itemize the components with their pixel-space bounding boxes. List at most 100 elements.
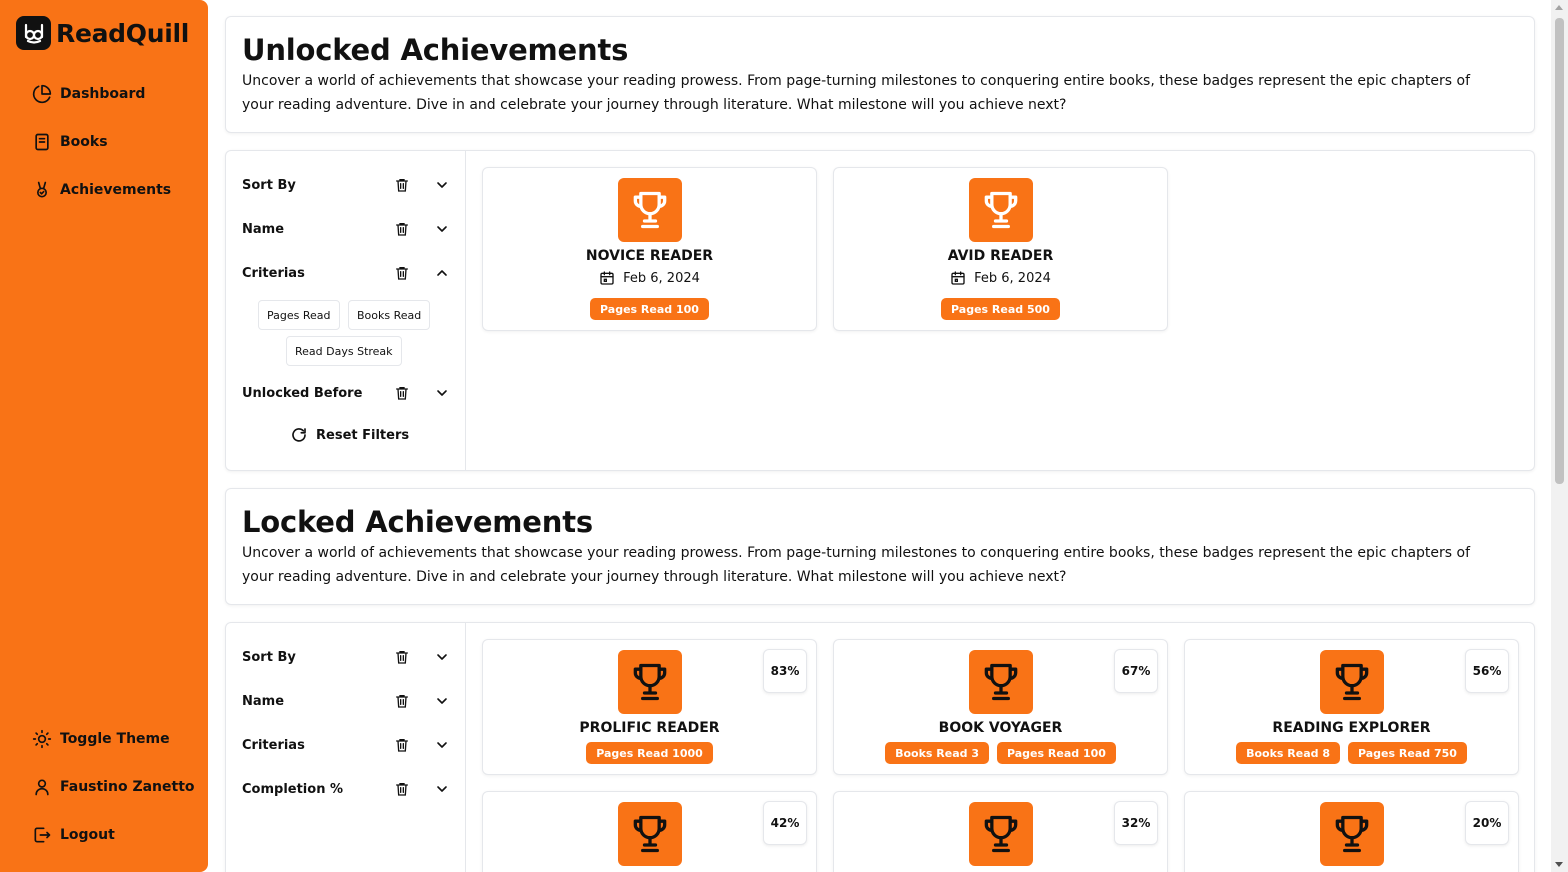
scroll-up-arrow-icon[interactable]	[1555, 5, 1563, 10]
achievement-badges: Pages Read 500	[834, 298, 1167, 320]
chevron-down-icon[interactable]	[434, 385, 450, 401]
chevron-up-icon[interactable]	[434, 265, 450, 281]
chip-books-read[interactable]: Books Read	[348, 300, 431, 330]
trophy-icon	[618, 650, 682, 714]
sidebar-item-dashboard[interactable]: Dashboard	[32, 82, 145, 106]
sidebar-item-label: Achievements	[60, 182, 172, 198]
achievement-card[interactable]: 42%	[482, 791, 817, 872]
achievement-name: NOVICE READER	[585, 248, 714, 264]
achievement-card[interactable]: AVID READER Feb 6, 2024 Pages Read 500	[833, 167, 1168, 331]
scroll-down-arrow-icon[interactable]	[1555, 862, 1563, 867]
achievement-card[interactable]: 83% PROLIFIC READER Pages Read 1000	[482, 639, 817, 775]
completion-percent: 32%	[1114, 801, 1158, 845]
trash-icon[interactable]	[394, 693, 410, 709]
achievement-badges: Books Read 3 Pages Read 100	[834, 742, 1167, 764]
chevron-down-icon[interactable]	[434, 177, 450, 193]
sidebar-item-label: Books	[60, 134, 108, 150]
trophy-icon	[969, 178, 1033, 242]
logout-icon	[34, 827, 51, 843]
chevron-down-icon[interactable]	[434, 781, 450, 797]
criteria-badge: Pages Read 500	[941, 298, 1060, 320]
trophy-icon	[969, 650, 1033, 714]
locked-header-card: Locked Achievements Uncover a world of a…	[225, 488, 1535, 605]
filter-label: Completion %	[242, 781, 344, 797]
achievement-card[interactable]: 56% READING EXPLORER Books Read 8 Pages …	[1184, 639, 1519, 775]
unlocked-description: Uncover a world of achievements that sho…	[242, 73, 1471, 113]
achievement-card[interactable]: 32%	[833, 791, 1168, 872]
filter-name[interactable]: Name	[242, 689, 450, 713]
trash-icon[interactable]	[394, 265, 410, 281]
achievement-date-text: Feb 6, 2024	[623, 270, 700, 286]
completion-percent: 83%	[763, 649, 807, 693]
filter-label: Sort By	[242, 177, 296, 193]
achievement-date: Feb 6, 2024	[834, 270, 1167, 286]
pie-chart-icon	[32, 84, 52, 104]
locked-filter-panel: Sort By Name Criterias Completion %	[226, 623, 466, 872]
filter-sort-by[interactable]: Sort By	[242, 173, 450, 197]
achievement-badges: Books Read 8 Pages Read 750	[1185, 742, 1518, 764]
criteria-badge: Pages Read 750	[1347, 742, 1467, 764]
logout-button[interactable]: Logout	[32, 823, 115, 847]
chip-read-days-streak[interactable]: Read Days Streak	[286, 336, 402, 366]
trash-icon[interactable]	[394, 177, 410, 193]
filter-label: Name	[242, 693, 285, 709]
filter-label: Criterias	[242, 265, 305, 281]
filter-label: Name	[242, 221, 285, 237]
user-icon	[35, 779, 49, 796]
trash-icon[interactable]	[394, 649, 410, 665]
chevron-down-icon[interactable]	[434, 693, 450, 709]
locked-content-card: Sort By Name Criterias Completion % 83% …	[225, 622, 1535, 872]
brand[interactable]: ReadQuill	[16, 16, 189, 50]
trash-icon[interactable]	[394, 221, 410, 237]
chevron-down-icon[interactable]	[434, 221, 450, 237]
calendar-icon	[600, 271, 614, 285]
app-name: ReadQuill	[56, 18, 190, 48]
filter-label: Criterias	[242, 737, 305, 753]
scrollbar-thumb[interactable]	[1555, 18, 1564, 484]
filter-completion[interactable]: Completion %	[242, 777, 450, 801]
criteria-badge: Pages Read 100	[996, 742, 1116, 764]
filter-name[interactable]: Name	[242, 217, 450, 241]
chevron-down-icon[interactable]	[434, 649, 450, 665]
chevron-down-icon[interactable]	[434, 737, 450, 753]
toggle-theme-label: Toggle Theme	[60, 731, 170, 747]
unlocked-title: Unlocked Achievements	[242, 33, 629, 67]
filter-label: Sort By	[242, 649, 296, 665]
achievement-name: PROLIFIC READER	[579, 720, 720, 736]
achievement-card[interactable]: 20%	[1184, 791, 1519, 872]
sun-icon	[32, 729, 52, 749]
user-profile[interactable]: Faustino Zanetto	[32, 775, 195, 799]
chip-pages-read[interactable]: Pages Read	[258, 300, 340, 330]
filter-sort-by[interactable]: Sort By	[242, 645, 450, 669]
trophy-icon	[1320, 650, 1384, 714]
filter-criterias[interactable]: Criterias	[242, 733, 450, 757]
reset-filters-button[interactable]: Reset Filters	[290, 426, 409, 444]
completion-percent: 20%	[1465, 801, 1509, 845]
trophy-icon	[618, 802, 682, 866]
achievement-date-text: Feb 6, 2024	[974, 270, 1051, 286]
trash-icon[interactable]	[394, 781, 410, 797]
trash-icon[interactable]	[394, 737, 410, 753]
achievement-badges: Pages Read 1000	[483, 742, 816, 764]
completion-percent: 56%	[1465, 649, 1509, 693]
reset-filters-label: Reset Filters	[316, 427, 410, 443]
trash-icon[interactable]	[394, 385, 410, 401]
achievement-card[interactable]: 67% BOOK VOYAGER Books Read 3 Pages Read…	[833, 639, 1168, 775]
locked-title: Locked Achievements	[242, 505, 593, 539]
criteria-badge: Books Read 3	[885, 742, 989, 764]
sidebar-item-achievements[interactable]: Achievements	[32, 178, 171, 202]
filter-unlocked-before[interactable]: Unlocked Before	[242, 381, 450, 405]
criteria-badge: Pages Read 100	[590, 298, 709, 320]
toggle-theme-button[interactable]: Toggle Theme	[32, 727, 170, 751]
book-icon	[35, 133, 49, 151]
achievement-name: AVID READER	[947, 248, 1054, 264]
trophy-icon	[1320, 802, 1384, 866]
scrollbar[interactable]	[1551, 0, 1568, 872]
achievement-card[interactable]: NOVICE READER Feb 6, 2024 Pages Read 100	[482, 167, 817, 331]
filter-criterias[interactable]: Criterias	[242, 261, 450, 285]
achievement-date: Feb 6, 2024	[483, 270, 816, 286]
logout-label: Logout	[60, 827, 115, 843]
calendar-icon	[951, 271, 965, 285]
sidebar-item-books[interactable]: Books	[32, 130, 108, 154]
achievement-name: READING EXPLORER	[1272, 720, 1431, 736]
